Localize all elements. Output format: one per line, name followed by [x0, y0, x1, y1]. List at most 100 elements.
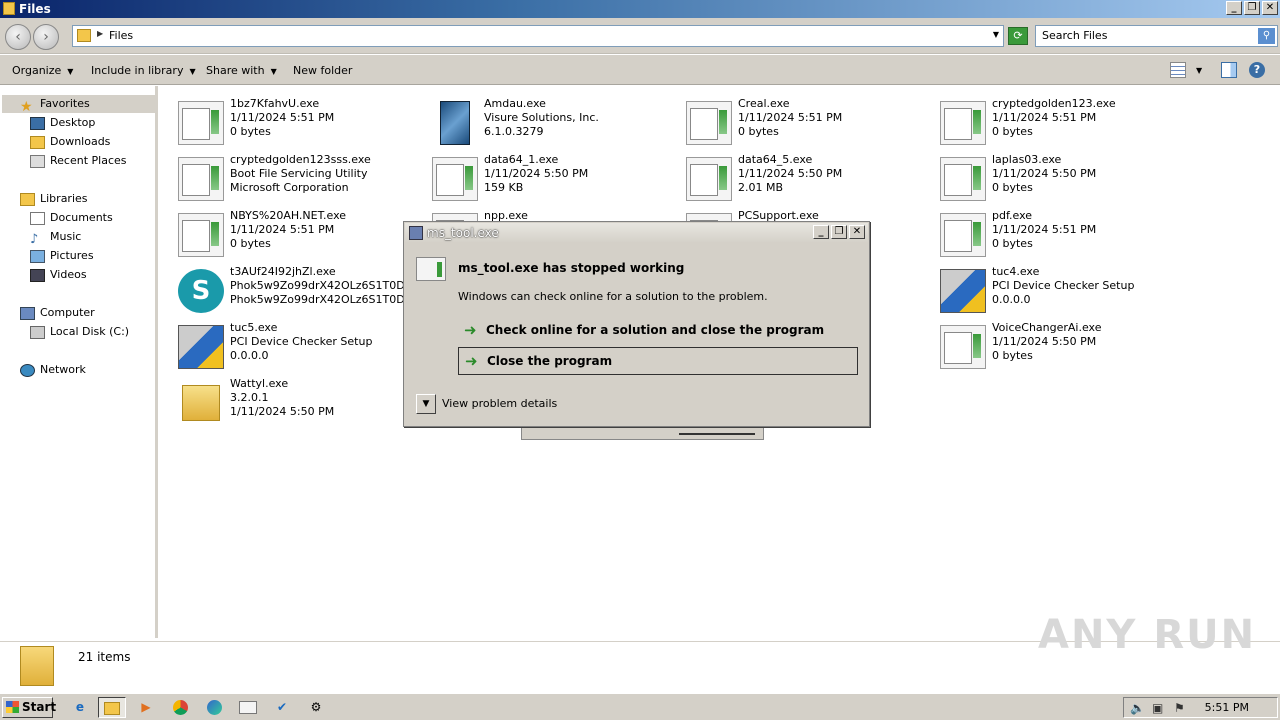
chevron-down-icon[interactable]: ▼ [993, 30, 999, 39]
new-folder-button[interactable]: New folder [293, 64, 352, 77]
forward-button[interactable]: › [33, 24, 59, 50]
explorer-taskbar-icon[interactable] [98, 697, 126, 718]
minimize-button[interactable]: _ [1226, 1, 1242, 15]
network-icon [20, 363, 35, 377]
chrome-icon[interactable] [166, 697, 194, 718]
expand-details-button[interactable]: ▼ [416, 394, 436, 414]
app-window-icon[interactable] [234, 697, 262, 718]
watermark: ANY RUN [1038, 612, 1257, 658]
window-title-bar: Files _ ❐ ✕ [0, 0, 1280, 18]
organize-label: Organize [12, 64, 62, 77]
file-item[interactable]: VoiceChangerAi.exe 1/11/2024 5:50 PM 0 byt… [940, 321, 1194, 373]
chrome-logo [172, 700, 188, 715]
sidebar-item-libraries[interactable]: Libraries [20, 190, 88, 208]
chevron-down-icon[interactable]: ▼ [1196, 66, 1212, 82]
file-detail: 3.2.0.1 [230, 391, 269, 404]
sidebar-item-computer[interactable]: Computer [20, 304, 95, 322]
file-item[interactable]: tuc5.exe PCI Device Checker Setup 0.0.0.0 [178, 321, 432, 373]
file-item[interactable]: Amdau.exe Visure Solutions, Inc. 6.1.0.327… [432, 97, 686, 149]
edge-icon[interactable] [200, 697, 228, 718]
close-program-button[interactable]: ➜ Close the program [458, 347, 858, 375]
ie-icon[interactable]: e [66, 697, 94, 718]
file-item[interactable]: tuc4.exe PCI Device Checker Setup 0.0.0.0 [940, 265, 1194, 317]
file-detail: 0 bytes [992, 237, 1033, 250]
share-with-menu[interactable]: Share with ▼ [206, 64, 277, 77]
file-item[interactable]: NBYS%20AH.NET.exe 1/11/2024 5:51 PM 0 byte… [178, 209, 432, 261]
minimize-button[interactable]: _ [813, 225, 829, 239]
media-player-icon[interactable]: ▶ [132, 697, 160, 718]
action-center-flag-icon[interactable]: ⚑ [1174, 701, 1185, 715]
file-name: t3AUf24I92jhZl.exe [230, 265, 336, 278]
file-item[interactable]: Wattyl.exe 3.2.0.1 1/11/2024 5:50 PM [178, 377, 432, 429]
file-detail: 1/11/2024 5:51 PM [230, 111, 335, 124]
sidebar-item-label: Favorites [40, 97, 90, 110]
refresh-button[interactable]: ⟳ [1008, 27, 1028, 45]
error-reporting-icon[interactable]: ✔ [268, 697, 296, 718]
network-tray-icon[interactable]: ▣ [1152, 701, 1163, 715]
view-details-link[interactable]: View problem details [442, 397, 557, 410]
folder-icon [20, 646, 54, 686]
star-icon: ★ [20, 98, 33, 115]
check-online-button[interactable]: ➜ Check online for a solution and close … [458, 317, 858, 345]
exe-file-icon [686, 101, 732, 145]
file-detail: Phok5w9Zo99drX42OLz6S1T0D Soft [230, 293, 430, 306]
taskbar: Start e ▶ ✔ ⚙ 🔈 ▣ ⚑ 5:51 PM [0, 693, 1280, 720]
address-field[interactable]: ▶ Files ▼ [72, 25, 1004, 47]
file-item[interactable]: 1bz7KfahvU.exe 1/11/2024 5:51 PM 0 bytes [178, 97, 432, 149]
file-item[interactable]: cryptedgolden123sss.exe Boot File Servici… [178, 153, 432, 205]
preview-pane-icon[interactable] [1221, 62, 1237, 78]
restore-button[interactable]: ❐ [1244, 1, 1260, 15]
edge-logo [206, 700, 222, 715]
file-item[interactable]: data64_5.exe 1/11/2024 5:50 PM 2.01 MB [686, 153, 940, 205]
organize-menu[interactable]: Organize ▼ [12, 64, 73, 77]
chevron-down-icon: ▼ [270, 67, 277, 76]
file-name: cryptedgolden123.exe [992, 97, 1116, 110]
search-icon[interactable]: ⚲ [1258, 28, 1275, 44]
file-name: NBYS%20AH.NET.exe [230, 209, 347, 222]
chevron-right-icon[interactable]: ▶ [97, 29, 103, 38]
sidebar-item-pictures[interactable]: Pictures [30, 247, 94, 265]
file-detail: 1/11/2024 5:50 PM [484, 167, 589, 180]
view-options-icon[interactable] [1170, 62, 1186, 78]
back-button[interactable]: ‹ [5, 24, 31, 50]
file-item[interactable]: laplas03.exe 1/11/2024 5:50 PM 0 bytes [940, 153, 1194, 205]
folder-icon [77, 29, 91, 42]
help-icon[interactable]: ? [1249, 62, 1265, 78]
include-in-library-menu[interactable]: Include in library ▼ [91, 64, 196, 77]
sidebar-item-documents[interactable]: Documents [30, 209, 113, 227]
file-detail: 1/11/2024 5:51 PM [992, 111, 1097, 124]
sidebar-item-downloads[interactable]: Downloads [30, 133, 110, 151]
sidebar-item-favorites[interactable]: ★ Favorites [2, 95, 156, 115]
sidebar-item-local-disk[interactable]: Local Disk (C:) [30, 323, 129, 341]
settings-app-icon[interactable]: ⚙ [302, 697, 330, 718]
address-bar: ‹ › ▶ Files ▼ ⟳ ⚲ [0, 18, 1280, 54]
sidebar-item-recent-places[interactable]: Recent Places [30, 152, 127, 170]
sidebar-item-network[interactable]: Network [20, 361, 86, 379]
file-name: 1bz7KfahvU.exe [230, 97, 320, 110]
sidebar-item-videos[interactable]: Videos [30, 266, 87, 284]
file-item[interactable]: S t3AUf24I92jhZl.exe Phok5w9Zo99drX42OLz6… [178, 265, 432, 317]
close-button[interactable]: ✕ [1262, 1, 1278, 15]
search-input[interactable] [1042, 29, 1252, 42]
file-item[interactable]: pdf.exe 1/11/2024 5:51 PM 0 bytes [940, 209, 1194, 261]
drive-icon [30, 325, 45, 339]
sidebar-item-music[interactable]: ♪ Music [30, 228, 81, 247]
file-item[interactable]: data64_1.exe 1/11/2024 5:50 PM 159 KB [432, 153, 686, 205]
setup-shield-icon [178, 325, 224, 369]
file-detail: 1/11/2024 5:50 PM [992, 167, 1097, 180]
exe-file-icon [178, 157, 224, 201]
file-item[interactable]: Creal.exe 1/11/2024 5:51 PM 0 bytes [686, 97, 940, 149]
close-program-label: Close the program [487, 354, 613, 368]
volume-icon[interactable]: 🔈 [1130, 701, 1145, 715]
green-arrow-icon: ➜ [464, 321, 477, 339]
close-button[interactable]: ✕ [849, 225, 865, 239]
maximize-button[interactable]: ❐ [831, 225, 847, 239]
clock[interactable]: 5:51 PM [1205, 701, 1249, 714]
start-button[interactable]: Start [2, 697, 56, 718]
search-box[interactable]: ⚲ [1035, 25, 1278, 47]
folder-icon [104, 702, 120, 715]
file-item[interactable]: cryptedgolden123.exe 1/11/2024 5:51 PM 0 b… [940, 97, 1194, 149]
exe-file-icon [940, 101, 986, 145]
sidebar-item-desktop[interactable]: Desktop [30, 114, 95, 132]
file-name: tuc5.exe [230, 321, 278, 334]
